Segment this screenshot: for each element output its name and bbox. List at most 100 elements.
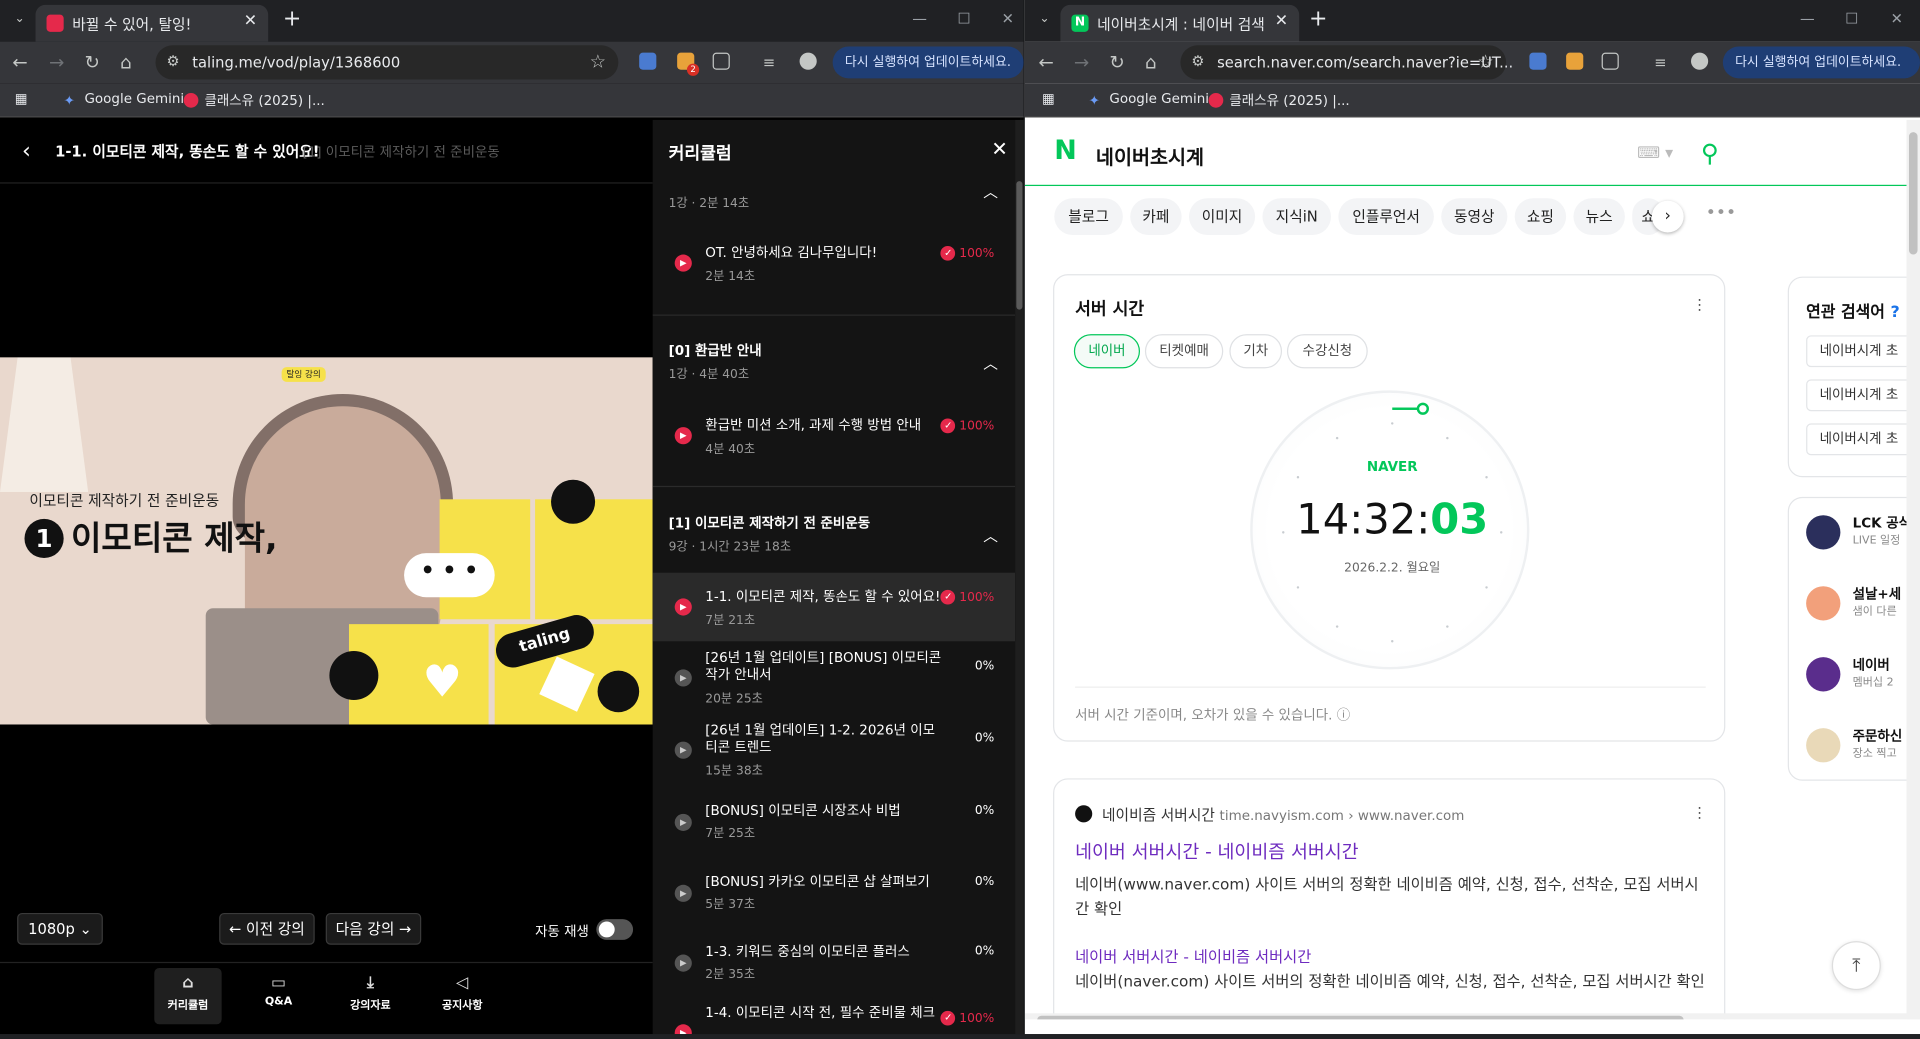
tab-cafe[interactable]: 카페 — [1130, 198, 1182, 235]
server-tab-train[interactable]: 기차 — [1229, 334, 1283, 369]
lesson-item[interactable]: ▶ OT. 안녕하세요 김나무입니다! 2분 14초 100% — [653, 235, 1015, 296]
close-tab-icon[interactable]: ✕ — [1275, 12, 1288, 30]
update-button[interactable]: 다시 실행하여 업데이트하세요. — [1722, 46, 1920, 79]
close-window-icon[interactable]: ✕ — [1002, 10, 1014, 27]
nav-curriculum[interactable]: ⌂ 커리큘럼 — [154, 968, 222, 1025]
maximize-icon[interactable]: ☐ — [958, 10, 971, 27]
back-icon[interactable]: ← — [12, 51, 27, 73]
nav-qna[interactable]: ▭ Q&A — [245, 968, 312, 1024]
tab-video[interactable]: 동영상 — [1441, 198, 1508, 235]
forward-icon[interactable]: → — [1074, 51, 1089, 73]
minimize-icon[interactable]: — — [1800, 10, 1815, 27]
media-icon[interactable]: ≡ — [1654, 51, 1666, 73]
tab-taling[interactable]: 바뀔 수 있어, 탈잉! ✕ — [35, 4, 269, 42]
puzzle-icon[interactable] — [1601, 52, 1619, 70]
tab-influencer[interactable]: 인플루언서 — [1338, 198, 1434, 235]
nav-notice[interactable]: ◁ 공지사항 — [429, 968, 496, 1024]
lesson-item[interactable]: ▶ [BONUS] 카카오 이모티콘 샵 살펴보기 5분 37초 0% — [653, 859, 1015, 928]
search-query[interactable]: 네이버초시계 — [1096, 141, 1204, 170]
server-tab-ticket[interactable]: 티켓예매 — [1144, 334, 1224, 369]
feed-item[interactable]: 주문하신 장소 찍고 — [1806, 726, 1906, 768]
keyboard-icon[interactable]: ⌨ ▾ — [1637, 144, 1673, 162]
more-vert-icon[interactable]: ⋮ — [1692, 804, 1707, 821]
bookmark-classu[interactable]: 클래스유 (2025) |... — [183, 91, 325, 111]
tab-kin[interactable]: 지식iN — [1262, 198, 1332, 235]
update-button[interactable]: 다시 실행하여 업데이트하세요. — [832, 46, 1024, 79]
server-tab-class[interactable]: 수강신청 — [1286, 334, 1368, 369]
result-title-link[interactable]: 네이버 서버시간 - 네이비즘 서버시간 — [1075, 838, 1358, 864]
back-arrow-icon[interactable]: ‹ — [22, 138, 31, 164]
prev-lesson-button[interactable]: ← 이전 강의 — [219, 912, 315, 945]
naver-logo-icon[interactable]: N — [1054, 138, 1078, 165]
vertical-scrollbar[interactable] — [1906, 119, 1920, 1020]
feed-item[interactable]: 설날+세 샘이 다른 — [1806, 584, 1906, 626]
scrollbar-thumb[interactable] — [1037, 1015, 1684, 1020]
scrollbar-thumb[interactable] — [1908, 132, 1918, 255]
server-tab-naver[interactable]: 네이버 — [1073, 334, 1141, 369]
scroll-to-top-button[interactable]: ⤒ — [1831, 941, 1881, 991]
next-lesson-button[interactable]: 다음 강의 → — [325, 912, 422, 945]
address-bar[interactable]: ⚙ search.naver.com/search.naver?ie=UT...… — [1180, 45, 1513, 80]
feed-item[interactable]: 네이버 멤버십 2 — [1806, 655, 1906, 697]
lesson-item[interactable]: ▶ 1-3. 키워드 중심의 이모티콘 플러스 2분 35초 0% — [653, 929, 1015, 998]
close-window-icon[interactable]: ✕ — [1891, 10, 1903, 27]
extension-icon[interactable] — [639, 52, 657, 70]
profile-icon[interactable] — [1691, 52, 1709, 70]
maximize-icon[interactable]: ☐ — [1845, 10, 1858, 27]
video-frame[interactable]: ♥ • • • taling 탈잉 강의 이모티콘 제작하기 전 준비운동 1이… — [0, 357, 653, 725]
media-icon[interactable]: ≡ — [763, 51, 775, 73]
chevron-up-icon[interactable]: ︿ — [983, 352, 998, 373]
more-vert-icon[interactable]: ⋮ — [1692, 296, 1707, 313]
scrollbar-thumb[interactable] — [1016, 181, 1023, 310]
forward-icon[interactable]: → — [49, 51, 64, 73]
site-info-icon[interactable]: ⚙ — [1191, 53, 1204, 70]
search-icon[interactable]: ⚲ — [1701, 138, 1728, 167]
related-item[interactable]: 네이버시계 초 — [1806, 423, 1907, 456]
bookmark-gemini[interactable]: ✦ Google Gemini — [64, 91, 184, 109]
tab-search-icon[interactable]: ⌄ — [9, 9, 31, 31]
apps-grid-icon[interactable]: ▦ — [1042, 91, 1055, 107]
help-icon[interactable]: ? — [1890, 303, 1899, 321]
info-icon[interactable]: ⓘ — [1337, 707, 1350, 723]
tab-news[interactable]: 뉴스 — [1573, 198, 1625, 235]
minimize-icon[interactable]: — — [912, 10, 927, 27]
tab-blog[interactable]: 블로그 — [1054, 198, 1123, 235]
bookmark-star-icon[interactable]: ☆ — [1477, 50, 1493, 72]
new-tab-icon[interactable]: + — [1309, 8, 1327, 31]
lesson-item[interactable]: ▶ 1-4. 이모티콘 시작 전, 필수 준비물 체크 100% — [653, 999, 1015, 1035]
lesson-item[interactable]: ▶ 환급반 미션 소개, 과제 수행 방법 안내 4분 40초 100% — [653, 408, 1015, 469]
new-tab-icon[interactable]: + — [283, 8, 301, 31]
puzzle-icon[interactable] — [712, 52, 730, 70]
bookmark-gemini[interactable]: ✦ Google Gemini — [1089, 91, 1209, 109]
extension-icon[interactable] — [1529, 52, 1547, 70]
reload-icon[interactable]: ↻ — [84, 51, 99, 73]
chevron-up-icon[interactable]: ︿ — [983, 525, 998, 546]
tab-naver[interactable]: N 네이버초시계 : 네이버 검색 ✕ — [1060, 4, 1300, 42]
home-icon[interactable]: ⌂ — [120, 51, 132, 73]
chevron-up-icon[interactable]: ︿ — [983, 181, 998, 202]
related-item[interactable]: 네이버시계 초 — [1806, 379, 1907, 412]
extension-icon[interactable] — [1566, 52, 1584, 70]
site-info-icon[interactable]: ⚙ — [167, 53, 180, 70]
close-tab-icon[interactable]: ✕ — [244, 12, 257, 30]
lesson-item[interactable]: ▶ [26년 1월 업데이트] [BONUS] 이모티콘 작가 안내서 20분 … — [653, 644, 1015, 713]
curriculum-section[interactable]: [1] 이모티콘 제작하기 전 준비운동 9강 · 1시간 23분 18초 ︿ — [653, 487, 1015, 568]
feed-item[interactable]: LCK 공식 LIVE 일정 — [1806, 513, 1907, 555]
close-panel-icon[interactable]: ✕ — [991, 137, 1007, 160]
horizontal-scrollbar[interactable] — [1024, 1013, 1907, 1020]
profile-icon[interactable] — [799, 52, 817, 70]
curriculum-section[interactable]: [0] 환급반 안내 1강 · 4분 40초 ︿ — [653, 316, 1015, 397]
more-icon[interactable]: ••• — [1706, 203, 1736, 223]
tab-image[interactable]: 이미지 — [1188, 198, 1256, 235]
address-bar[interactable]: ⚙ taling.me/vod/play/1368600 ☆ — [155, 45, 619, 80]
result-source[interactable]: 네이비즘 서버시간 time.navyism.com › www.naver.c… — [1075, 804, 1464, 825]
lesson-item[interactable]: ▶ [BONUS] 이모티콘 시장조사 비법 7분 25초 0% — [653, 788, 1015, 857]
autoplay-toggle[interactable] — [596, 919, 634, 940]
curriculum-scrollbar[interactable] — [1015, 119, 1024, 1035]
chevron-right-icon[interactable]: › — [1651, 200, 1684, 233]
nav-materials[interactable]: ⤓ 강의자료 — [337, 968, 404, 1024]
back-icon[interactable]: ← — [1038, 51, 1053, 73]
result-sublink[interactable]: 네이버 서버시간 - 네이비즘 서버시간 — [1075, 944, 1311, 967]
apps-grid-icon[interactable]: ▦ — [15, 91, 28, 107]
tab-search-icon[interactable]: ⌄ — [1033, 9, 1055, 31]
